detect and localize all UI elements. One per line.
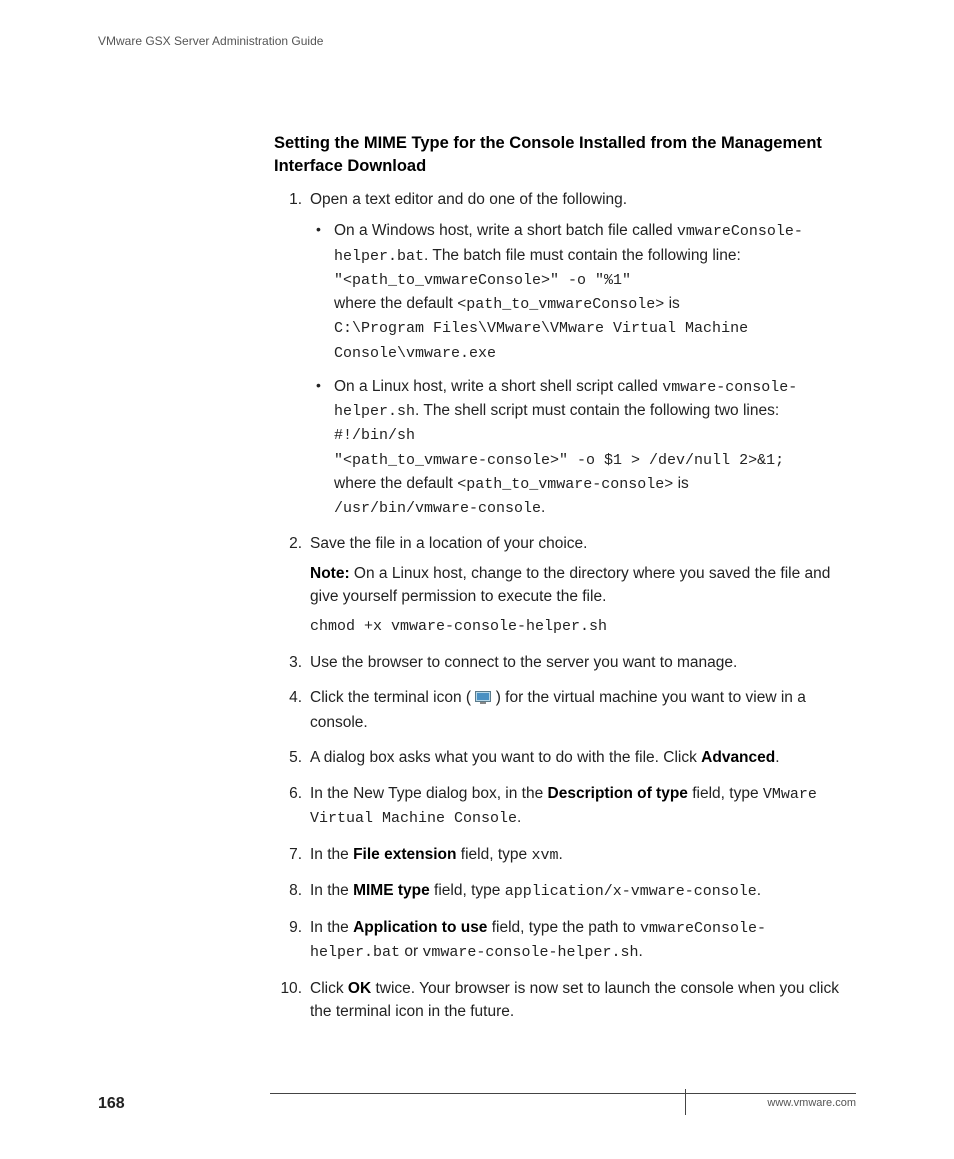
main-content: Setting the MIME Type for the Console In… [274,132,854,1035]
text: Click the terminal icon ( [310,689,475,706]
text: . [558,846,562,863]
bullet-windows: On a Windows host, write a short batch f… [310,219,854,365]
text: . [757,882,761,899]
code-line: #!/bin/sh [334,427,415,444]
note-text: On a Linux host, change to the directory… [310,565,830,605]
step-4: Click the terminal icon ( ) for the virt… [274,686,854,735]
text: is [673,475,689,492]
bullet-linux: On a Linux host, write a short shell scr… [310,375,854,521]
text: On a Windows host, write a short batch f… [334,222,677,239]
text: . [638,943,642,960]
ui-label: MIME type [353,882,430,899]
footer-rule [270,1093,856,1094]
step-6: In the New Type dialog box, in the Descr… [274,782,854,831]
code-line: C:\Program Files\VMware\VMware Virtual M… [334,320,748,361]
step-text: Save the file in a location of your choi… [310,535,587,552]
path-token: <path_to_vmwareConsole> [457,296,664,313]
footer-url: www.vmware.com [767,1097,856,1109]
text: A dialog box asks what you want to do wi… [310,749,701,766]
sub-bullets: On a Windows host, write a short batch f… [310,219,854,520]
code-line: chmod +x vmware-console-helper.sh [310,616,854,639]
text: . The batch file must contain the follow… [424,247,741,264]
type-value: xvm [531,847,558,864]
ui-label: File extension [353,846,456,863]
code-line: "<path_to_vmwareConsole>" -o "%1" [334,272,631,289]
text: or [400,943,422,960]
note-label: Note: [310,565,350,582]
text: field, type [430,882,505,899]
path-token: <path_to_vmware-console> [457,476,673,493]
text: . [517,809,521,826]
text: On a Linux host, write a short shell scr… [334,378,662,395]
text: In the [310,919,353,936]
code-line: /usr/bin/vmware-console [334,500,541,517]
step-2: Save the file in a location of your choi… [274,532,854,638]
ui-label: Advanced [701,749,775,766]
step-5: A dialog box asks what you want to do wi… [274,746,854,769]
step-1: Open a text editor and do one of the fol… [274,188,854,520]
text: . [541,499,545,516]
footer-divider [685,1089,686,1115]
text: field, type [456,846,531,863]
text: In the [310,846,353,863]
text: In the New Type dialog box, in the [310,785,548,802]
step-9: In the Application to use field, type th… [274,916,854,965]
type-value: application/x-vmware-console [505,883,757,900]
step-8: In the MIME type field, type application… [274,879,854,904]
note: Note: On a Linux host, change to the dir… [310,562,854,609]
section-heading: Setting the MIME Type for the Console In… [274,132,854,178]
ui-label: Application to use [353,919,487,936]
text: Click [310,980,348,997]
page-number: 168 [98,1095,125,1113]
ui-label: OK [348,980,371,997]
steps-list: Open a text editor and do one of the fol… [274,188,854,1023]
text: field, type [688,785,763,802]
text: where the default [334,475,457,492]
step-10: Click OK twice. Your browser is now set … [274,977,854,1024]
text: twice. Your browser is now set to launch… [310,980,839,1020]
code-line: "<path_to_vmware-console>" -o $1 > /dev/… [334,452,784,469]
filename: vmware-console-helper.sh [422,944,638,961]
running-header: VMware GSX Server Administration Guide [98,34,323,48]
terminal-icon [475,688,491,711]
step-text: Use the browser to connect to the server… [310,654,737,671]
step-7: In the File extension field, type xvm. [274,843,854,868]
text: . [775,749,779,766]
text: . The shell script must contain the foll… [415,402,779,419]
text: In the [310,882,353,899]
step-3: Use the browser to connect to the server… [274,651,854,674]
step-text: Open a text editor and do one of the fol… [310,191,627,208]
ui-label: Description of type [548,785,688,802]
text: field, type the path to [487,919,640,936]
text: where the default [334,295,457,312]
page-footer: 168 www.vmware.com [98,1093,856,1121]
text: is [664,295,680,312]
